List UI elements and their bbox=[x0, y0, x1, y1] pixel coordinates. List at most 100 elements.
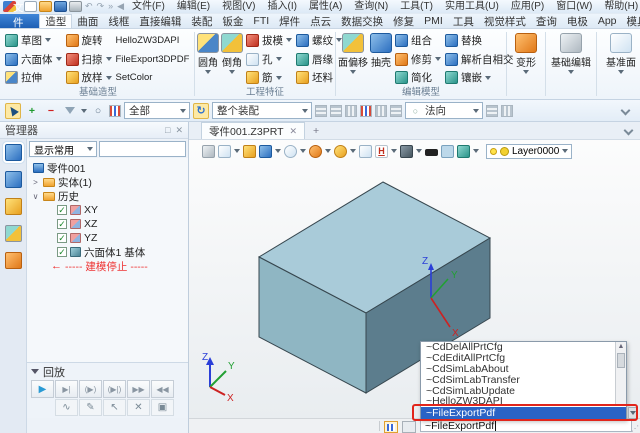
layer-visibility-icon[interactable] bbox=[490, 148, 497, 155]
split-panel-icon[interactable] bbox=[359, 145, 372, 158]
eraser-icon[interactable] bbox=[218, 145, 231, 158]
command-suggestion[interactable]: ~CdSimLabTransfer bbox=[421, 374, 626, 385]
link-tool-icon[interactable] bbox=[501, 105, 513, 117]
tab-electrode[interactable]: 电极 bbox=[562, 14, 593, 28]
tab-repair[interactable]: 修复 bbox=[388, 14, 419, 28]
tree-item-plane-xz[interactable]: ✓ XZ bbox=[27, 217, 188, 231]
command-suggestion[interactable]: ~CdSimLabAbout bbox=[421, 364, 626, 375]
hole-button[interactable]: 孔 bbox=[245, 50, 293, 69]
menu-applications[interactable]: 应用(P) bbox=[506, 0, 549, 13]
replay-delete-tool-icon[interactable]: ✕ bbox=[127, 399, 150, 416]
save-icon[interactable] bbox=[54, 1, 67, 12]
chevron-down-icon[interactable] bbox=[350, 70, 356, 74]
tree-item-history[interactable]: ∨ 历史 bbox=[27, 189, 188, 203]
tab-pmi[interactable]: PMI bbox=[419, 14, 448, 28]
chevron-down-icon[interactable] bbox=[276, 57, 282, 61]
chamfer-button[interactable]: 倒角 bbox=[221, 31, 243, 87]
tab-point-cloud[interactable]: 点云 bbox=[305, 14, 336, 28]
entity-filter-combo[interactable]: 全部 bbox=[124, 102, 190, 119]
remove-selection-icon[interactable]: − bbox=[43, 103, 59, 119]
menu-insert[interactable]: 插入(I) bbox=[263, 0, 302, 13]
scope-combo[interactable]: 整个装配 bbox=[212, 102, 312, 119]
chevron-down-icon[interactable] bbox=[87, 147, 93, 151]
revolve-button[interactable]: 旋转 bbox=[65, 31, 113, 50]
tree-search-input[interactable] bbox=[99, 141, 186, 157]
chevron-down-icon[interactable] bbox=[485, 76, 491, 80]
expand-icon[interactable]: > bbox=[31, 178, 40, 187]
layer-color-icon[interactable] bbox=[500, 147, 509, 156]
column-tool-icon[interactable] bbox=[360, 105, 372, 117]
assembly-manager-tab-icon[interactable] bbox=[5, 171, 22, 188]
fillet-button[interactable]: 圆角 bbox=[197, 31, 219, 87]
solid-manager-tab-icon[interactable] bbox=[5, 198, 22, 215]
replay-keypoint-tool-icon[interactable]: ↖ bbox=[103, 399, 126, 416]
command-suggestion-selected[interactable]: ~FileExportPdf bbox=[421, 407, 626, 420]
replay-rewind-button[interactable]: ◀◀ bbox=[151, 380, 174, 398]
tab-sheet-metal[interactable]: 钣金 bbox=[217, 14, 248, 28]
command-input[interactable]: ~FileExportPdf bbox=[420, 420, 632, 432]
command-suggestion[interactable]: ~CdSimLabUpdate bbox=[421, 385, 626, 396]
scroll-up-icon[interactable]: ▲ bbox=[618, 342, 625, 352]
chevron-down-icon[interactable] bbox=[276, 76, 282, 80]
panel-restore-icon[interactable]: □ bbox=[165, 125, 170, 136]
resolve-self-intersection-button[interactable]: 解析自相交 bbox=[444, 50, 515, 69]
gem-icon[interactable] bbox=[243, 145, 256, 158]
chevron-down-icon[interactable] bbox=[106, 57, 112, 61]
chevron-down-icon[interactable] bbox=[81, 109, 87, 113]
chevron-down-icon[interactable] bbox=[562, 149, 568, 153]
tab-fti[interactable]: FTI bbox=[248, 14, 274, 28]
face-offset-button[interactable]: 面偏移 bbox=[338, 31, 368, 87]
column-tool-icon[interactable] bbox=[375, 105, 387, 117]
user-manager-tab-icon[interactable] bbox=[5, 252, 22, 269]
chevron-down-icon[interactable] bbox=[350, 149, 356, 153]
tab-shape[interactable]: 造型 bbox=[39, 14, 72, 28]
select-tool-icon[interactable] bbox=[5, 103, 21, 119]
document-tab[interactable]: 零件001.Z3PRT ✕ bbox=[201, 122, 305, 139]
replay-header[interactable]: 回放 bbox=[31, 365, 184, 378]
tab-app[interactable]: App bbox=[593, 14, 622, 28]
tabbar-collapse-icon[interactable] bbox=[624, 126, 634, 136]
chevron-down-icon[interactable] bbox=[302, 109, 308, 113]
sketch-button[interactable]: 草图 bbox=[4, 31, 63, 50]
collapse-quickbar-icon[interactable]: ◀ bbox=[116, 1, 125, 12]
column-tool-icon[interactable] bbox=[345, 105, 357, 117]
tab-close-icon[interactable]: ✕ bbox=[290, 126, 298, 137]
tab-weldment[interactable]: 焊件 bbox=[274, 14, 305, 28]
box-button[interactable]: 六面体 bbox=[4, 50, 63, 69]
menu-edit[interactable]: 编辑(E) bbox=[172, 0, 215, 13]
resize-grip-icon[interactable]: ⋰ bbox=[631, 424, 639, 433]
pick-tool-icon[interactable] bbox=[486, 105, 498, 117]
menu-tools[interactable]: 工具(T) bbox=[395, 0, 438, 13]
collapse-icon[interactable]: ∨ bbox=[31, 192, 40, 201]
suggestion-dropdown-icon[interactable] bbox=[628, 407, 638, 419]
checkbox-checked[interactable]: ✓ bbox=[57, 247, 67, 257]
checkbox-checked[interactable]: ✓ bbox=[57, 219, 67, 229]
hatch-section-icon[interactable]: H bbox=[375, 145, 388, 158]
command-suggestion[interactable]: ~HelloZW3DAPI bbox=[421, 396, 626, 407]
file-export-3dpdf-button[interactable]: FileExport3DPDF bbox=[115, 50, 191, 69]
replay-play-to-button[interactable]: (▶) bbox=[79, 380, 102, 398]
replay-fast-forward-button[interactable]: ▶▶ bbox=[127, 380, 150, 398]
sweep-button[interactable]: 扫掠 bbox=[65, 50, 113, 69]
command-suggestion[interactable]: ~CdDelAllPrtCfg bbox=[421, 342, 626, 353]
command-suggestion[interactable]: ~CdEditAllPrtCfg bbox=[421, 353, 626, 364]
panel-close-icon[interactable]: ✕ bbox=[175, 125, 183, 136]
chevron-down-icon[interactable] bbox=[300, 149, 306, 153]
tree-item-solids[interactable]: > 实体(1) bbox=[27, 175, 188, 189]
morph-button[interactable]: 变形 bbox=[515, 31, 537, 87]
tab-surface[interactable]: 曲面 bbox=[72, 14, 103, 28]
shaded-box-icon[interactable] bbox=[400, 145, 413, 158]
tab-assembly[interactable]: 装配 bbox=[186, 14, 217, 28]
teal-wave-icon[interactable] bbox=[457, 145, 470, 158]
file-menu-tab[interactable]: 文件(F) bbox=[0, 14, 39, 28]
redo-icon[interactable]: ↷ bbox=[96, 1, 106, 12]
scrollbar-thumb[interactable] bbox=[617, 353, 625, 368]
align-tool-icon[interactable] bbox=[330, 105, 342, 117]
tab-wireframe[interactable]: 线框 bbox=[103, 14, 134, 28]
replay-curve-tool-icon[interactable]: ∿ bbox=[55, 399, 78, 416]
print-icon[interactable] bbox=[69, 1, 82, 12]
filter-icon[interactable] bbox=[62, 103, 78, 119]
replay-step-button[interactable]: ▶| bbox=[55, 380, 78, 398]
add-selection-icon[interactable]: + bbox=[24, 103, 40, 119]
trim-button[interactable]: 修剪 bbox=[394, 50, 442, 69]
